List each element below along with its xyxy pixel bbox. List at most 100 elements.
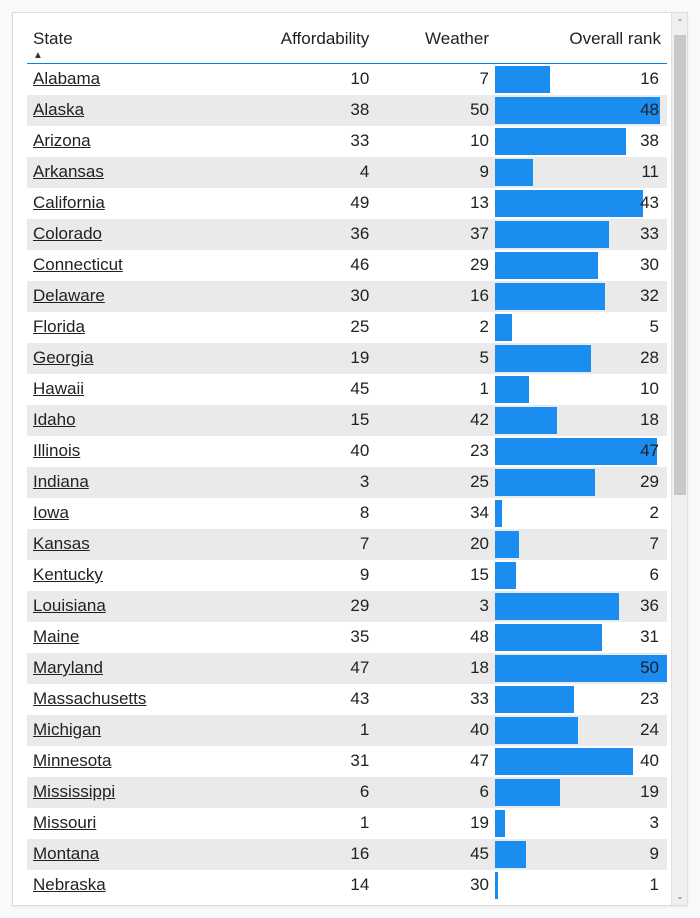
state-link[interactable]: Florida	[33, 317, 85, 336]
weather-cell: 25	[375, 467, 495, 498]
table-row: Maine354831	[27, 622, 667, 653]
state-link[interactable]: Louisiana	[33, 596, 106, 615]
state-link[interactable]: Nebraska	[33, 875, 106, 894]
table-row: Kentucky9156	[27, 560, 667, 591]
rank-cell: 31	[495, 622, 667, 653]
rank-cell: 30	[495, 250, 667, 281]
header-weather[interactable]: Weather	[375, 23, 495, 64]
rank-bar	[495, 562, 516, 589]
state-link[interactable]: Kentucky	[33, 565, 103, 584]
state-link[interactable]: Arkansas	[33, 162, 104, 181]
rank-bar	[495, 469, 595, 496]
table-row: Arkansas4911	[27, 157, 667, 188]
rank-value: 16	[640, 69, 659, 88]
rank-bar	[495, 252, 598, 279]
rank-bar	[495, 190, 643, 217]
table-row: Alabama10716	[27, 64, 667, 95]
rank-cell: 10	[495, 374, 667, 405]
state-cell: Idaho	[27, 405, 223, 436]
rank-bar	[495, 500, 502, 527]
header-affordability[interactable]: Affordability	[223, 23, 375, 64]
rank-bar	[495, 376, 529, 403]
state-link[interactable]: Massachusetts	[33, 689, 146, 708]
affordability-cell: 15	[223, 405, 375, 436]
state-link[interactable]: Idaho	[33, 410, 76, 429]
state-cell: Hawaii	[27, 374, 223, 405]
affordability-cell: 43	[223, 684, 375, 715]
rank-cell: 50	[495, 653, 667, 684]
rank-bar	[495, 159, 533, 186]
state-link[interactable]: Maine	[33, 627, 79, 646]
state-link[interactable]: Kansas	[33, 534, 90, 553]
scrollbar-up-icon[interactable]: ⌃	[672, 13, 688, 31]
rank-value: 18	[640, 410, 659, 429]
state-link[interactable]: Minnesota	[33, 751, 111, 770]
state-cell: Minnesota	[27, 746, 223, 777]
state-link[interactable]: Alaska	[33, 100, 84, 119]
state-cell: Massachusetts	[27, 684, 223, 715]
state-link[interactable]: Arizona	[33, 131, 91, 150]
weather-cell: 13	[375, 188, 495, 219]
scrollbar[interactable]: ⌃ ⌄	[671, 13, 687, 905]
state-link[interactable]: Maryland	[33, 658, 103, 677]
table-row: Maryland471850	[27, 653, 667, 684]
weather-cell: 37	[375, 219, 495, 250]
table-row: Delaware301632	[27, 281, 667, 312]
rank-bar	[495, 97, 660, 124]
affordability-cell: 33	[223, 126, 375, 157]
rank-bar	[495, 345, 591, 372]
affordability-cell: 7	[223, 529, 375, 560]
scrollbar-down-icon[interactable]: ⌄	[672, 887, 688, 905]
state-cell: Nebraska	[27, 870, 223, 901]
table-row: Arizona331038	[27, 126, 667, 157]
affordability-cell: 1	[223, 715, 375, 746]
state-cell: Kansas	[27, 529, 223, 560]
state-link[interactable]: Missouri	[33, 813, 96, 832]
rank-cell: 38	[495, 126, 667, 157]
state-link[interactable]: Georgia	[33, 348, 93, 367]
state-link[interactable]: Connecticut	[33, 255, 123, 274]
rank-value: 48	[640, 100, 659, 119]
state-link[interactable]: Mississippi	[33, 782, 115, 801]
header-row: State ▲ Affordability Weather Overall ra…	[27, 23, 667, 64]
rank-bar	[495, 686, 574, 713]
state-link[interactable]: Michigan	[33, 720, 101, 739]
state-link[interactable]: Hawaii	[33, 379, 84, 398]
state-link[interactable]: Iowa	[33, 503, 69, 522]
state-cell: Illinois	[27, 436, 223, 467]
state-link[interactable]: Illinois	[33, 441, 80, 460]
state-link[interactable]: Delaware	[33, 286, 105, 305]
affordability-cell: 29	[223, 591, 375, 622]
state-link[interactable]: Indiana	[33, 472, 89, 491]
table-row: Connecticut462930	[27, 250, 667, 281]
rank-cell: 47	[495, 436, 667, 467]
state-link[interactable]: Alabama	[33, 69, 100, 88]
affordability-cell: 16	[223, 839, 375, 870]
affordability-cell: 49	[223, 188, 375, 219]
rank-cell: 29	[495, 467, 667, 498]
state-link[interactable]: Colorado	[33, 224, 102, 243]
rank-cell: 18	[495, 405, 667, 436]
affordability-cell: 4	[223, 157, 375, 188]
weather-cell: 42	[375, 405, 495, 436]
table-row: Georgia19528	[27, 343, 667, 374]
weather-cell: 15	[375, 560, 495, 591]
rank-value: 38	[640, 131, 659, 150]
header-state[interactable]: State ▲	[27, 23, 223, 64]
table-row: Colorado363733	[27, 219, 667, 250]
state-cell: Alabama	[27, 64, 223, 95]
header-rank[interactable]: Overall rank	[495, 23, 667, 64]
weather-cell: 7	[375, 64, 495, 95]
rank-value: 31	[640, 627, 659, 646]
affordability-cell: 46	[223, 250, 375, 281]
affordability-cell: 9	[223, 560, 375, 591]
state-link[interactable]: California	[33, 193, 105, 212]
rank-bar	[495, 810, 505, 837]
state-link[interactable]: Montana	[33, 844, 99, 863]
weather-cell: 34	[375, 498, 495, 529]
state-cell: Arizona	[27, 126, 223, 157]
scrollbar-thumb[interactable]	[674, 35, 686, 495]
affordability-cell: 35	[223, 622, 375, 653]
rank-bar	[495, 717, 578, 744]
rank-bar	[495, 66, 550, 93]
